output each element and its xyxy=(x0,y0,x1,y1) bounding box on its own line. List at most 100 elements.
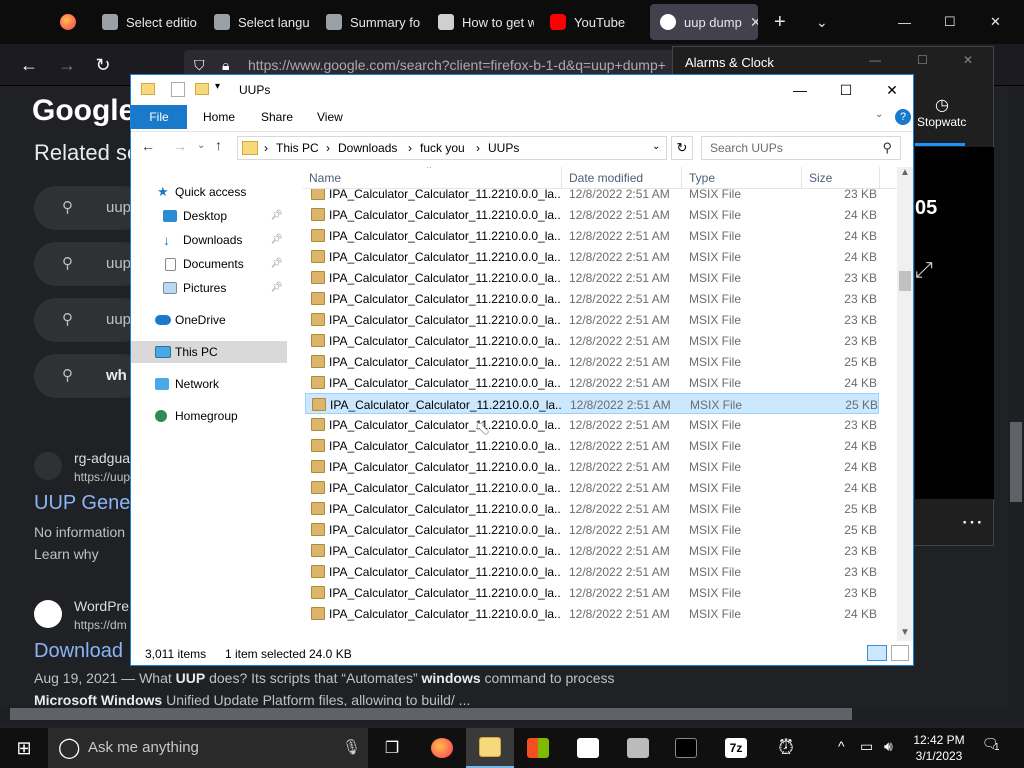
result-1-title[interactable]: UUP Gene xyxy=(34,492,130,515)
file-row[interactable]: IPA_Calculator_Calculator_11.2210.0.0_la… xyxy=(305,204,879,225)
tab-how-to-get[interactable]: How to get w xyxy=(428,4,534,40)
tab-view[interactable]: View xyxy=(303,105,357,129)
forward-button[interactable]: → xyxy=(54,52,80,78)
search-box[interactable]: Search UUPs ⚲ xyxy=(701,136,901,160)
column-type[interactable]: Type xyxy=(689,171,715,185)
firefox-menu-icon[interactable] xyxy=(50,4,86,40)
expand-icon[interactable]: ⤢ xyxy=(915,257,933,283)
volume-icon[interactable]: 🔊︎ xyxy=(884,738,893,755)
file-row[interactable]: IPA_Calculator_Calculator_11.2210.0.0_la… xyxy=(305,330,879,351)
taskbar-command-prompt[interactable] xyxy=(662,728,710,768)
result-2-title[interactable]: Download xyxy=(34,640,123,663)
taskbar-alarms-clock[interactable]: ⏰︎ xyxy=(762,728,810,768)
file-row[interactable]: IPA_Calculator_Calculator_11.2210.0.0_la… xyxy=(305,582,879,603)
refresh-icon[interactable]: ↻ xyxy=(671,136,693,160)
new-tab-button[interactable]: + xyxy=(764,4,794,40)
column-date-modified[interactable]: Date modified xyxy=(569,171,643,185)
taskbar-store[interactable] xyxy=(514,728,562,768)
scroll-thumb[interactable] xyxy=(10,708,852,720)
tab-share[interactable]: Share xyxy=(247,105,307,129)
breadcrumb-downloads[interactable]: Downloads xyxy=(338,141,397,155)
tab-youtube[interactable]: YouTube xyxy=(540,4,646,40)
file-row[interactable]: IPA_Calculator_Calculator_11.2210.0.0_la… xyxy=(305,561,879,582)
taskbar-7zip[interactable]: 7z xyxy=(712,728,760,768)
close-tab-icon[interactable]: ✕ xyxy=(750,14,758,31)
taskbar-file-explorer[interactable] xyxy=(466,728,514,768)
taskbar-mail[interactable] xyxy=(564,728,612,768)
close-icon[interactable]: ✕ xyxy=(963,53,973,67)
start-button[interactable]: ⊞ xyxy=(0,728,48,768)
file-row[interactable]: IPA_Calculator_Calculator_11.2210.0.0_la… xyxy=(305,435,879,456)
nav-pictures[interactable]: Pictures 📌︎ xyxy=(131,277,287,299)
maximize-icon[interactable]: ☐ xyxy=(917,53,928,67)
file-row[interactable]: IPA_Calculator_Calculator_11.2210.0.0_la… xyxy=(305,288,879,309)
column-separator[interactable] xyxy=(801,167,802,189)
tab-select-language[interactable]: Select langu xyxy=(204,4,310,40)
large-icons-view-icon[interactable] xyxy=(891,645,909,661)
column-separator[interactable] xyxy=(681,167,682,189)
related-search-2[interactable]: ⚲ uup xyxy=(34,242,144,286)
scroll-down-icon[interactable]: ▼ xyxy=(900,627,910,638)
tab-uup-dump[interactable]: uup dump ✕ xyxy=(650,4,758,40)
minimize-browser-button[interactable]: — xyxy=(888,4,918,40)
scroll-thumb[interactable] xyxy=(899,271,911,291)
back-button[interactable]: ← xyxy=(16,52,42,78)
new-folder-icon[interactable] xyxy=(195,83,209,95)
file-row[interactable]: IPA_Calculator_Calculator_11.2210.0.0_la… xyxy=(305,414,879,435)
properties-icon[interactable] xyxy=(171,82,185,97)
file-row[interactable]: IPA_Calculator_Calculator_11.2210.0.0_la… xyxy=(305,477,879,498)
network-status-icon[interactable]: ▭ xyxy=(860,738,873,755)
tab-select-edition[interactable]: Select editio xyxy=(92,4,198,40)
related-search-1[interactable]: ⚲ uup xyxy=(34,186,144,230)
pin-icon[interactable]: 📌︎ xyxy=(270,205,283,227)
microphone-icon[interactable]: 🎙︎ xyxy=(342,728,361,768)
result-2-url[interactable]: https://dm xyxy=(74,618,127,632)
nav-desktop[interactable]: Desktop 📌︎ xyxy=(131,205,287,227)
breadcrumb-fuck-you[interactable]: fuck you xyxy=(420,141,465,155)
file-row[interactable]: IPA_Calculator_Calculator_11.2210.0.0_la… xyxy=(305,372,879,393)
file-row[interactable]: IPA_Calculator_Calculator_11.2210.0.0_la… xyxy=(305,456,879,477)
google-logo[interactable]: Google xyxy=(32,94,135,128)
show-hidden-icons-icon[interactable]: ^ xyxy=(838,738,845,754)
file-row[interactable]: IPA_Calculator_Calculator_11.2210.0.0_la… xyxy=(305,309,879,330)
address-bar[interactable]: › This PC › Downloads › fuck you › UUPs … xyxy=(237,136,667,160)
tab-file[interactable]: File xyxy=(131,105,187,129)
expand-ribbon-icon[interactable]: ⌄ xyxy=(875,109,883,120)
forward-arrow-icon[interactable]: → xyxy=(173,138,187,154)
result-1-learn-why[interactable]: Learn why xyxy=(34,546,99,562)
close-browser-button[interactable]: ✕ xyxy=(980,4,1010,40)
quick-access-toolbar-chevron-icon[interactable]: ▾ xyxy=(215,81,220,92)
pin-icon[interactable]: 📌︎ xyxy=(270,229,283,251)
file-row[interactable]: IPA_Calculator_Calculator_11.2210.0.0_la… xyxy=(305,540,879,561)
nav-network[interactable]: Network xyxy=(131,373,287,395)
horizontal-scrollbar[interactable] xyxy=(0,706,1008,722)
file-list-scrollbar[interactable]: ▲ ▼ xyxy=(897,167,913,641)
stopwatch-tab[interactable]: ◷ Stopwatch xyxy=(917,95,967,145)
scroll-thumb[interactable] xyxy=(1010,422,1022,502)
taskbar-firefox[interactable] xyxy=(418,728,466,768)
back-arrow-icon[interactable]: ← xyxy=(141,138,155,154)
recent-locations-chevron-icon[interactable]: ⌄ xyxy=(197,140,205,151)
nav-onedrive[interactable]: OneDrive xyxy=(131,309,287,331)
tab-summary[interactable]: Summary fo xyxy=(316,4,422,40)
list-all-tabs-button[interactable]: ⌄ xyxy=(806,4,836,40)
breadcrumb-this-pc[interactable]: This PC xyxy=(276,141,319,155)
result-1-url[interactable]: https://uup xyxy=(74,470,130,484)
file-row[interactable]: IPA_Calculator_Calculator_11.2210.0.0_la… xyxy=(305,393,879,414)
taskbar-clock[interactable]: 12:42 PM 3/1/2023 xyxy=(904,732,974,764)
action-center-button[interactable]: 🗨︎ 1 xyxy=(982,736,1006,758)
explorer-titlebar[interactable]: ▾ UUPs — ☐ ✕ xyxy=(131,75,913,105)
column-separator[interactable] xyxy=(561,167,562,189)
more-options-icon[interactable]: ⋯ xyxy=(961,509,983,535)
nav-quick-access[interactable]: ★ Quick access xyxy=(131,181,287,203)
column-name[interactable]: Name xyxy=(309,171,341,185)
related-search-3[interactable]: ⚲ uup xyxy=(34,298,144,342)
scroll-up-icon[interactable]: ▲ xyxy=(900,167,910,178)
file-row[interactable]: IPA_Calculator_Calculator_11.2210.0.0_la… xyxy=(305,498,879,519)
file-row[interactable]: IPA_Calculator_Calculator_11.2210.0.0_la… xyxy=(305,351,879,372)
pin-icon[interactable]: 📌︎ xyxy=(270,253,283,275)
file-row[interactable]: IPA_Calculator_Calculator_11.2210.0.0_la… xyxy=(305,225,879,246)
minimize-icon[interactable]: — xyxy=(869,53,881,67)
nav-homegroup[interactable]: Homegroup xyxy=(131,405,287,427)
address-dropdown-chevron-icon[interactable]: ⌄ xyxy=(652,141,660,152)
